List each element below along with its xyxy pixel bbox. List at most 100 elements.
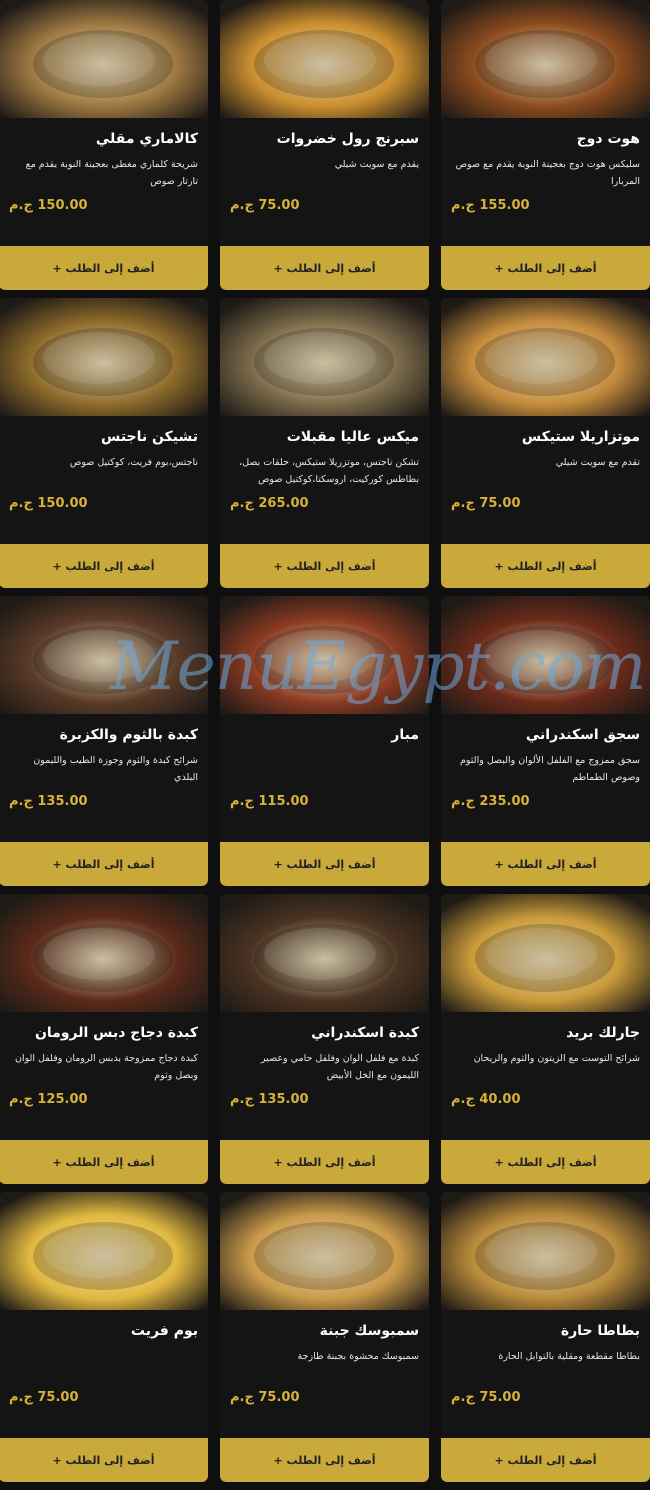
add-to-order-button[interactable]: أضف إلى الطلب + xyxy=(220,544,429,588)
menu-item-card: كالاماري مقلي شريحة كلماري مغطى بعجينة ال… xyxy=(0,0,208,290)
add-to-order-button[interactable]: أضف إلى الطلب + xyxy=(220,1140,429,1184)
menu-item-price: 235.00 ج.م xyxy=(451,794,530,809)
menu-item-card: تشيكن ناجتس ناجتس،بوم فريت، كوكتيل صوص 150… xyxy=(0,298,208,588)
menu-item-description: بطاطا مقطعة ومقلية بالتوابل الحارة xyxy=(498,1351,640,1362)
chicken-nuggets-image xyxy=(0,298,208,416)
add-to-order-button[interactable]: أضف إلى الطلب + xyxy=(220,246,429,290)
menu-item-price: 150.00 ج.م xyxy=(9,496,88,511)
menu-item-price: 265.00 ج.م xyxy=(230,496,309,511)
menu-item-description: شرائح كبدة والثوم وجوزة الطيب والليمون ا… xyxy=(33,755,198,783)
menu-item-description: كبدة دجاج ممزوجة بدبس الرومان وفلفل الوا… xyxy=(14,1053,198,1081)
menu-item-description: تقدم مع سويت شيلي xyxy=(555,457,640,468)
menu-item-title: سمبوسك جبنة xyxy=(319,1323,419,1339)
menu-item-card: ميكس عاليا مقبلات تشكن ناجتس، موتزريلا ست… xyxy=(220,298,429,588)
chicken-liver-image xyxy=(0,894,208,1012)
add-to-order-button[interactable]: أضف إلى الطلب + xyxy=(441,1438,650,1482)
menu-item-body: ميكس عاليا مقبلات تشكن ناجتس، موتزريلا ست… xyxy=(220,416,429,536)
menu-item-price: 135.00 ج.م xyxy=(230,1092,309,1107)
menu-item-body: سجق اسكندراني سجق ممزوج مع الفلفل الألوان… xyxy=(441,714,650,834)
menu-item-title: هوت دوج xyxy=(576,131,640,147)
menu-item-price: 155.00 ج.م xyxy=(451,198,530,213)
menu-item-title: سجق اسكندراني xyxy=(525,727,640,743)
menu-item-card: كبدة دجاج دبس الرومان كبدة دجاج ممزوجة بد… xyxy=(0,894,208,1184)
menu-item-body: كبدة بالثوم والكزبرة شرائح كبدة والثوم وج… xyxy=(0,714,208,834)
add-to-order-button[interactable]: أضف إلى الطلب + xyxy=(441,246,650,290)
menu-item-body: سبرنج رول خضروات يقدم مع سويت شيلي 75.00 ج… xyxy=(220,118,429,238)
menu-item-card: موتزاريلا ستيكس تقدم مع سويت شيلي 75.00 ج.… xyxy=(441,298,650,588)
add-to-order-button[interactable]: أضف إلى الطلب + xyxy=(0,842,208,886)
french-fries-image xyxy=(0,1192,208,1310)
menu-item-card: كبدة اسكندراني كبدة مع فلفل الوان وفلفل ح… xyxy=(220,894,429,1184)
menu-item-price: 150.00 ج.م xyxy=(9,198,88,213)
menu-item-price: 75.00 ج.م xyxy=(230,1390,300,1405)
add-to-order-button[interactable]: أضف إلى الطلب + xyxy=(0,246,208,290)
menu-item-card: كبدة بالثوم والكزبرة شرائح كبدة والثوم وج… xyxy=(0,596,208,886)
menu-item-body: كبدة اسكندراني كبدة مع فلفل الوان وفلفل ح… xyxy=(220,1012,429,1132)
menu-grid: هوت دوج سليكس هوت دوج بعجينة النوبة يقدم … xyxy=(0,0,650,1490)
menu-item-body: بطاطا حارة بطاطا مقطعة ومقلية بالتوابل ال… xyxy=(441,1310,650,1430)
menu-item-price: 135.00 ج.م xyxy=(9,794,88,809)
menu-item-price: 75.00 ج.م xyxy=(451,1390,521,1405)
spring-rolls-image xyxy=(220,0,429,118)
menu-item-card: مبار 115.00 ج.م أضف إلى الطلب + xyxy=(220,596,429,886)
menu-item-description: سليكس هوت دوج بعجينة النوبة يقدم مع صوص … xyxy=(455,159,640,187)
mozzarella-sticks-image xyxy=(441,298,650,416)
menu-item-body: مبار 115.00 ج.م xyxy=(220,714,429,834)
menu-item-description: يقدم مع سويت شيلي xyxy=(334,159,419,170)
menu-item-title: بطاطا حارة xyxy=(560,1323,640,1339)
add-to-order-button[interactable]: أضف إلى الطلب + xyxy=(0,1438,208,1482)
menu-item-title: جارلك بريد xyxy=(566,1025,640,1041)
garlic-bread-image xyxy=(441,894,650,1012)
menu-item-title: كبدة دجاج دبس الرومان xyxy=(34,1025,198,1041)
menu-item-body: كالاماري مقلي شريحة كلماري مغطى بعجينة ال… xyxy=(0,118,208,238)
menu-item-body: تشيكن ناجتس ناجتس،بوم فريت، كوكتيل صوص 150… xyxy=(0,416,208,536)
menu-item-price: 125.00 ج.م xyxy=(9,1092,88,1107)
menu-item-description: شرائح التوست مع الزيتون والثوم والريحان xyxy=(473,1053,640,1064)
menu-item-price: 75.00 ج.م xyxy=(9,1390,79,1405)
add-to-order-button[interactable]: أضف إلى الطلب + xyxy=(0,544,208,588)
mumbar-image xyxy=(220,596,429,714)
menu-item-body: بوم فريت 75.00 ج.م xyxy=(0,1310,208,1430)
menu-item-price: 40.00 ج.م xyxy=(451,1092,521,1107)
menu-item-price: 115.00 ج.م xyxy=(230,794,309,809)
menu-item-title: موتزاريلا ستيكس xyxy=(521,429,640,445)
menu-item-title: كبدة اسكندراني xyxy=(311,1025,419,1041)
menu-item-body: سمبوسك جبنة سمبوسك محشوة بجبنة طازجة 75.00… xyxy=(220,1310,429,1430)
menu-item-card: سجق اسكندراني سجق ممزوج مع الفلفل الألوان… xyxy=(441,596,650,886)
menu-item-title: مبار xyxy=(391,727,419,743)
menu-item-body: هوت دوج سليكس هوت دوج بعجينة النوبة يقدم … xyxy=(441,118,650,238)
add-to-order-button[interactable]: أضف إلى الطلب + xyxy=(441,544,650,588)
fried-calamari-image xyxy=(0,0,208,118)
menu-item-card: بطاطا حارة بطاطا مقطعة ومقلية بالتوابل ال… xyxy=(441,1192,650,1482)
add-to-order-button[interactable]: أضف إلى الطلب + xyxy=(220,1438,429,1482)
menu-item-description: سمبوسك محشوة بجبنة طازجة xyxy=(297,1351,419,1362)
menu-item-body: جارلك بريد شرائح التوست مع الزيتون والثوم… xyxy=(441,1012,650,1132)
menu-item-title: تشيكن ناجتس xyxy=(101,429,198,445)
appetizer-mix-image xyxy=(220,298,429,416)
menu-item-description: تشكن ناجتس، موتزريلا ستيكس، حلقات بصل، ب… xyxy=(239,457,419,485)
menu-item-description: شريحة كلماري مغطى بعجينة النوبة يقدم مع … xyxy=(25,159,198,187)
menu-item-price: 75.00 ج.م xyxy=(230,198,300,213)
liver-garlic-image xyxy=(0,596,208,714)
add-to-order-button[interactable]: أضف إلى الطلب + xyxy=(220,842,429,886)
add-to-order-button[interactable]: أضف إلى الطلب + xyxy=(441,842,650,886)
menu-item-title: سبرنج رول خضروات xyxy=(276,131,419,147)
menu-item-title: ميكس عاليا مقبلات xyxy=(286,429,419,445)
menu-item-card: بوم فريت 75.00 ج.م أضف إلى الطلب + xyxy=(0,1192,208,1482)
menu-item-price: 75.00 ج.م xyxy=(451,496,521,511)
menu-item-description: كبدة مع فلفل الوان وفلفل حامي وعصير اللي… xyxy=(260,1053,419,1081)
cheese-sambousek-image xyxy=(220,1192,429,1310)
alexandrian-liver-image xyxy=(220,894,429,1012)
menu-item-title: كالاماري مقلي xyxy=(95,131,198,147)
menu-item-card: سبرنج رول خضروات يقدم مع سويت شيلي 75.00 ج… xyxy=(220,0,429,290)
menu-item-card: هوت دوج سليكس هوت دوج بعجينة النوبة يقدم … xyxy=(441,0,650,290)
menu-item-card: جارلك بريد شرائح التوست مع الزيتون والثوم… xyxy=(441,894,650,1184)
menu-item-card: سمبوسك جبنة سمبوسك محشوة بجبنة طازجة 75.00… xyxy=(220,1192,429,1482)
add-to-order-button[interactable]: أضف إلى الطلب + xyxy=(441,1140,650,1184)
add-to-order-button[interactable]: أضف إلى الطلب + xyxy=(0,1140,208,1184)
menu-item-title: بوم فريت xyxy=(130,1323,198,1339)
menu-item-description: ناجتس،بوم فريت، كوكتيل صوص xyxy=(69,457,198,468)
menu-item-title: كبدة بالثوم والكزبرة xyxy=(59,727,198,743)
menu-item-body: كبدة دجاج دبس الرومان كبدة دجاج ممزوجة بد… xyxy=(0,1012,208,1132)
sausage-rolls-image xyxy=(441,0,650,118)
